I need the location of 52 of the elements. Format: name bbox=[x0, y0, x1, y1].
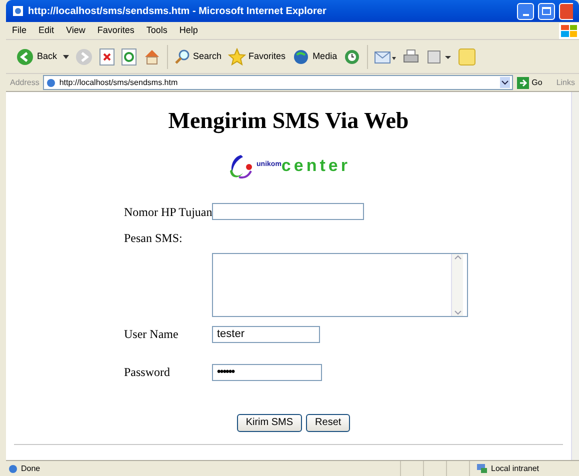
page-icon bbox=[12, 5, 24, 17]
scrollbar[interactable] bbox=[571, 92, 579, 460]
window-title: http://localhost/sms/sendsms.htm - Microsoft Internet Explorer bbox=[28, 4, 328, 18]
page-icon bbox=[46, 78, 56, 88]
message-textarea[interactable] bbox=[212, 252, 468, 316]
windows-logo-icon bbox=[559, 22, 579, 38]
printer-icon[interactable] bbox=[402, 48, 420, 66]
menu-item[interactable]: File bbox=[6, 24, 33, 38]
note-icon[interactable] bbox=[458, 48, 476, 66]
menu-item[interactable]: Edit bbox=[32, 24, 60, 38]
field-label: User Name bbox=[124, 326, 180, 342]
maximize-button[interactable] bbox=[538, 2, 555, 20]
search-icon bbox=[174, 48, 190, 64]
stop-icon[interactable] bbox=[99, 48, 116, 66]
scrollbar[interactable] bbox=[451, 254, 463, 316]
address-label: Address bbox=[10, 76, 40, 88]
go-arrow-icon bbox=[516, 76, 529, 88]
page-icon bbox=[8, 464, 18, 474]
field-label: Pesan SMS: bbox=[124, 230, 184, 246]
scroll-down-icon bbox=[454, 310, 462, 316]
field-label: Password bbox=[124, 364, 172, 380]
globe-icon bbox=[292, 48, 310, 66]
history-icon[interactable] bbox=[343, 48, 362, 66]
menu-item[interactable]: View bbox=[60, 24, 92, 38]
close-button[interactable] bbox=[559, 2, 573, 20]
send-button[interactable]: Kirim SMS bbox=[236, 414, 302, 432]
page-heading: Mengirim SMS Via Web bbox=[168, 107, 409, 136]
menu-item[interactable]: Favorites bbox=[91, 24, 140, 38]
back-button[interactable]: Back bbox=[16, 48, 58, 66]
menu-item[interactable]: Help bbox=[173, 24, 204, 38]
zone-text: Local intranet bbox=[491, 462, 540, 474]
text-field[interactable]: tester bbox=[212, 326, 320, 342]
media-button[interactable]: Media bbox=[292, 48, 338, 66]
network-icon bbox=[476, 463, 488, 474]
minimize-button[interactable] bbox=[517, 2, 534, 20]
favorites-button[interactable]: Favorites bbox=[228, 48, 286, 66]
home-icon[interactable] bbox=[143, 48, 162, 66]
reset-button[interactable]: Reset bbox=[306, 414, 350, 432]
password-field[interactable]: •••••• bbox=[212, 364, 322, 380]
address-url: http://localhost/sms/sendsms.htm bbox=[59, 76, 179, 88]
status-text: Done bbox=[21, 462, 42, 474]
dropdown-arrow-icon bbox=[63, 54, 70, 58]
address-field[interactable]: http://localhost/sms/sendsms.htm bbox=[43, 75, 513, 90]
menu-item[interactable]: Tools bbox=[140, 24, 174, 38]
star-icon bbox=[228, 48, 246, 66]
forward-icon[interactable] bbox=[75, 48, 94, 66]
text-field[interactable] bbox=[212, 203, 364, 220]
field-label: Nomor HP Tujuan bbox=[124, 204, 212, 220]
go-button[interactable]: Go bbox=[516, 76, 542, 88]
scroll-up-icon bbox=[454, 254, 462, 260]
search-button[interactable]: Search bbox=[174, 48, 222, 64]
refresh-icon[interactable] bbox=[121, 48, 138, 66]
